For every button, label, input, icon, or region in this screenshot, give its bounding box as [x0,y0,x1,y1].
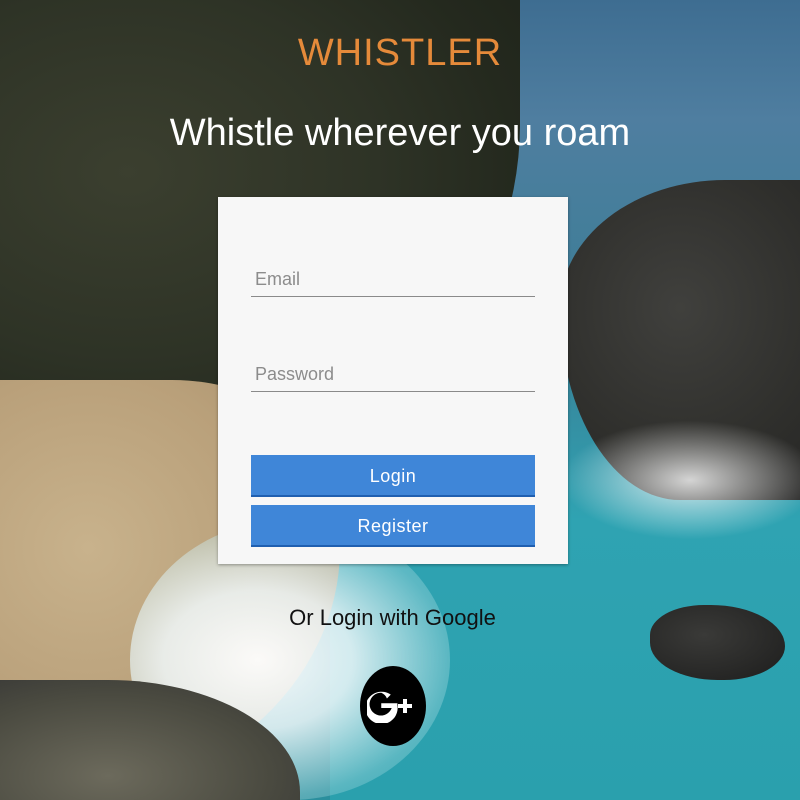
email-field[interactable] [251,263,535,297]
register-button[interactable]: Register [251,505,535,547]
google-login-prompt: Or Login with Google [289,605,496,630]
login-card: Login Register [218,197,568,564]
google-plus-icon [367,691,412,723]
tagline: Whistle wherever you roam [169,112,631,154]
brand-title: WHISTLER [297,32,503,74]
google-login-button[interactable] [360,666,426,746]
login-button[interactable]: Login [251,455,535,497]
password-field[interactable] [251,358,535,392]
